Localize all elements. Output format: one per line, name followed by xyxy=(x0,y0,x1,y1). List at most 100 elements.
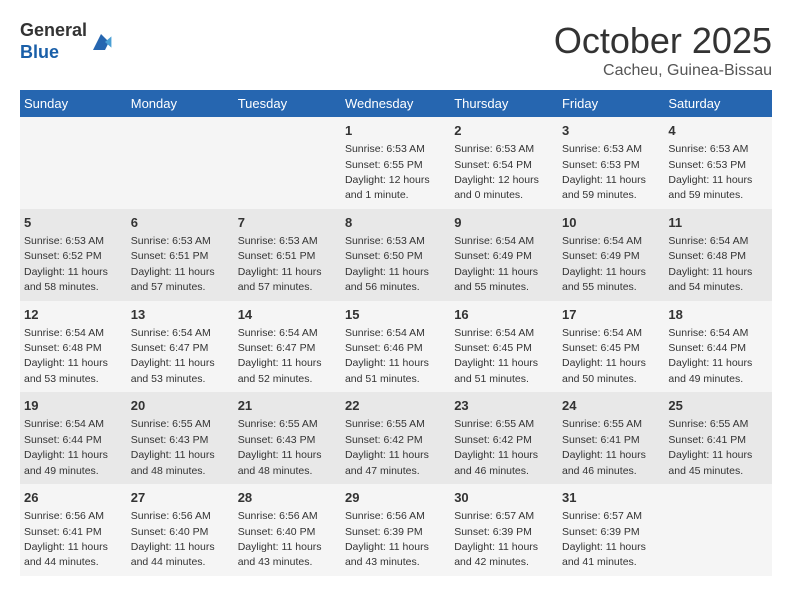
calendar-cell: 17 Sunrise: 6:54 AM Sunset: 6:45 PM Dayli… xyxy=(558,301,664,393)
day-number: 27 xyxy=(131,489,230,507)
day-number: 4 xyxy=(668,122,768,140)
logo-icon xyxy=(89,30,113,54)
day-number: 1 xyxy=(345,122,446,140)
day-info: Sunrise: 6:55 AM Sunset: 6:41 PM Dayligh… xyxy=(668,418,752,476)
title-block: October 2025 Cacheu, Guinea-Bissau xyxy=(554,20,772,80)
week-row-4: 19 Sunrise: 6:54 AM Sunset: 6:44 PM Dayli… xyxy=(20,392,772,484)
calendar-cell xyxy=(664,484,772,576)
day-info: Sunrise: 6:53 AM Sunset: 6:50 PM Dayligh… xyxy=(345,235,429,293)
calendar-cell: 6Sunrise: 6:53 AM Sunset: 6:51 PM Daylig… xyxy=(127,209,234,301)
day-number: 11 xyxy=(668,214,768,232)
calendar-cell: 22Sunrise: 6:55 AM Sunset: 6:42 PM Dayli… xyxy=(341,392,450,484)
day-number: 5 xyxy=(24,214,123,232)
day-info: Sunrise: 6:56 AM Sunset: 6:39 PM Dayligh… xyxy=(345,510,429,568)
day-number: 21 xyxy=(238,397,337,415)
logo: General Blue xyxy=(20,20,113,63)
calendar-cell: 28 Sunrise: 6:56 AM Sunset: 6:40 PM Dayli… xyxy=(234,484,341,576)
calendar-cell xyxy=(127,117,234,209)
day-info: Sunrise: 6:55 AM Sunset: 6:43 PM Dayligh… xyxy=(131,418,215,476)
day-info: Sunrise: 6:54 AM Sunset: 6:48 PM Dayligh… xyxy=(668,235,752,293)
calendar-cell: 13 Sunrise: 6:54 AM Sunset: 6:47 PM Dayli… xyxy=(127,301,234,393)
weekday-monday: Monday xyxy=(127,90,234,117)
page-header: General Blue October 2025 Cacheu, Guinea… xyxy=(20,20,772,80)
day-number: 15 xyxy=(345,306,446,324)
day-info: Sunrise: 6:53 AM Sunset: 6:51 PM Dayligh… xyxy=(238,235,322,293)
calendar-cell: 10Sunrise: 6:54 AM Sunset: 6:49 PM Dayli… xyxy=(558,209,664,301)
calendar-cell: 27Sunrise: 6:56 AM Sunset: 6:40 PM Dayli… xyxy=(127,484,234,576)
day-info: Sunrise: 6:54 AM Sunset: 6:47 PM Dayligh… xyxy=(131,327,215,385)
day-number: 2 xyxy=(454,122,554,140)
calendar-table: SundayMondayTuesdayWednesdayThursdayFrid… xyxy=(20,90,772,576)
weekday-sunday: Sunday xyxy=(20,90,127,117)
day-number: 20 xyxy=(131,397,230,415)
day-info: Sunrise: 6:54 AM Sunset: 6:45 PM Dayligh… xyxy=(562,327,646,385)
location: Cacheu, Guinea-Bissau xyxy=(554,62,772,80)
day-number: 26 xyxy=(24,489,123,507)
day-info: Sunrise: 6:57 AM Sunset: 6:39 PM Dayligh… xyxy=(454,510,538,568)
calendar-cell: 21 Sunrise: 6:55 AM Sunset: 6:43 PM Dayli… xyxy=(234,392,341,484)
week-row-5: 26Sunrise: 6:56 AM Sunset: 6:41 PM Dayli… xyxy=(20,484,772,576)
calendar-cell: 11 Sunrise: 6:54 AM Sunset: 6:48 PM Dayli… xyxy=(664,209,772,301)
day-info: Sunrise: 6:54 AM Sunset: 6:48 PM Dayligh… xyxy=(24,327,108,385)
calendar-cell xyxy=(20,117,127,209)
day-info: Sunrise: 6:54 AM Sunset: 6:46 PM Dayligh… xyxy=(345,327,429,385)
day-number: 6 xyxy=(131,214,230,232)
day-number: 7 xyxy=(238,214,337,232)
day-info: Sunrise: 6:56 AM Sunset: 6:40 PM Dayligh… xyxy=(238,510,322,568)
day-info: Sunrise: 6:57 AM Sunset: 6:39 PM Dayligh… xyxy=(562,510,646,568)
weekday-header-row: SundayMondayTuesdayWednesdayThursdayFrid… xyxy=(20,90,772,117)
day-number: 30 xyxy=(454,489,554,507)
calendar-cell xyxy=(234,117,341,209)
day-info: Sunrise: 6:55 AM Sunset: 6:41 PM Dayligh… xyxy=(562,418,646,476)
calendar-cell: 26Sunrise: 6:56 AM Sunset: 6:41 PM Dayli… xyxy=(20,484,127,576)
day-info: Sunrise: 6:54 AM Sunset: 6:44 PM Dayligh… xyxy=(24,418,108,476)
week-row-2: 5Sunrise: 6:53 AM Sunset: 6:52 PM Daylig… xyxy=(20,209,772,301)
weekday-friday: Friday xyxy=(558,90,664,117)
day-number: 10 xyxy=(562,214,660,232)
calendar-cell: 31 Sunrise: 6:57 AM Sunset: 6:39 PM Dayli… xyxy=(558,484,664,576)
calendar-cell: 25 Sunrise: 6:55 AM Sunset: 6:41 PM Dayli… xyxy=(664,392,772,484)
calendar-cell: 29 Sunrise: 6:56 AM Sunset: 6:39 PM Dayli… xyxy=(341,484,450,576)
calendar-cell: 20 Sunrise: 6:55 AM Sunset: 6:43 PM Dayli… xyxy=(127,392,234,484)
day-number: 28 xyxy=(238,489,337,507)
weekday-tuesday: Tuesday xyxy=(234,90,341,117)
week-row-3: 12Sunrise: 6:54 AM Sunset: 6:48 PM Dayli… xyxy=(20,301,772,393)
calendar-cell: 15 Sunrise: 6:54 AM Sunset: 6:46 PM Dayli… xyxy=(341,301,450,393)
day-number: 13 xyxy=(131,306,230,324)
day-number: 16 xyxy=(454,306,554,324)
calendar-cell: 1 Sunrise: 6:53 AM Sunset: 6:55 PM Daylig… xyxy=(341,117,450,209)
calendar-cell: 14Sunrise: 6:54 AM Sunset: 6:47 PM Dayli… xyxy=(234,301,341,393)
day-info: Sunrise: 6:55 AM Sunset: 6:42 PM Dayligh… xyxy=(454,418,538,476)
calendar-cell: 30 Sunrise: 6:57 AM Sunset: 6:39 PM Dayli… xyxy=(450,484,558,576)
day-number: 25 xyxy=(668,397,768,415)
calendar-cell: 9Sunrise: 6:54 AM Sunset: 6:49 PM Daylig… xyxy=(450,209,558,301)
day-info: Sunrise: 6:53 AM Sunset: 6:55 PM Dayligh… xyxy=(345,143,430,201)
calendar-cell: 12Sunrise: 6:54 AM Sunset: 6:48 PM Dayli… xyxy=(20,301,127,393)
day-info: Sunrise: 6:55 AM Sunset: 6:43 PM Dayligh… xyxy=(238,418,322,476)
calendar-cell: 2Sunrise: 6:53 AM Sunset: 6:54 PM Daylig… xyxy=(450,117,558,209)
logo-general: General xyxy=(20,20,87,40)
day-number: 9 xyxy=(454,214,554,232)
day-info: Sunrise: 6:53 AM Sunset: 6:53 PM Dayligh… xyxy=(668,143,752,201)
weekday-thursday: Thursday xyxy=(450,90,558,117)
logo-blue: Blue xyxy=(20,42,59,62)
day-number: 31 xyxy=(562,489,660,507)
calendar-cell: 16 Sunrise: 6:54 AM Sunset: 6:45 PM Dayli… xyxy=(450,301,558,393)
day-info: Sunrise: 6:54 AM Sunset: 6:44 PM Dayligh… xyxy=(668,327,752,385)
calendar-header: SundayMondayTuesdayWednesdayThursdayFrid… xyxy=(20,90,772,117)
calendar-cell: 4 Sunrise: 6:53 AM Sunset: 6:53 PM Daylig… xyxy=(664,117,772,209)
day-number: 8 xyxy=(345,214,446,232)
day-number: 19 xyxy=(24,397,123,415)
day-number: 3 xyxy=(562,122,660,140)
day-number: 17 xyxy=(562,306,660,324)
day-number: 29 xyxy=(345,489,446,507)
month-title: October 2025 xyxy=(554,20,772,62)
calendar-cell: 23 Sunrise: 6:55 AM Sunset: 6:42 PM Dayli… xyxy=(450,392,558,484)
day-info: Sunrise: 6:54 AM Sunset: 6:45 PM Dayligh… xyxy=(454,327,538,385)
day-number: 18 xyxy=(668,306,768,324)
calendar-cell: 18 Sunrise: 6:54 AM Sunset: 6:44 PM Dayli… xyxy=(664,301,772,393)
day-number: 24 xyxy=(562,397,660,415)
calendar-cell: 7 Sunrise: 6:53 AM Sunset: 6:51 PM Daylig… xyxy=(234,209,341,301)
day-info: Sunrise: 6:53 AM Sunset: 6:53 PM Dayligh… xyxy=(562,143,646,201)
day-number: 23 xyxy=(454,397,554,415)
